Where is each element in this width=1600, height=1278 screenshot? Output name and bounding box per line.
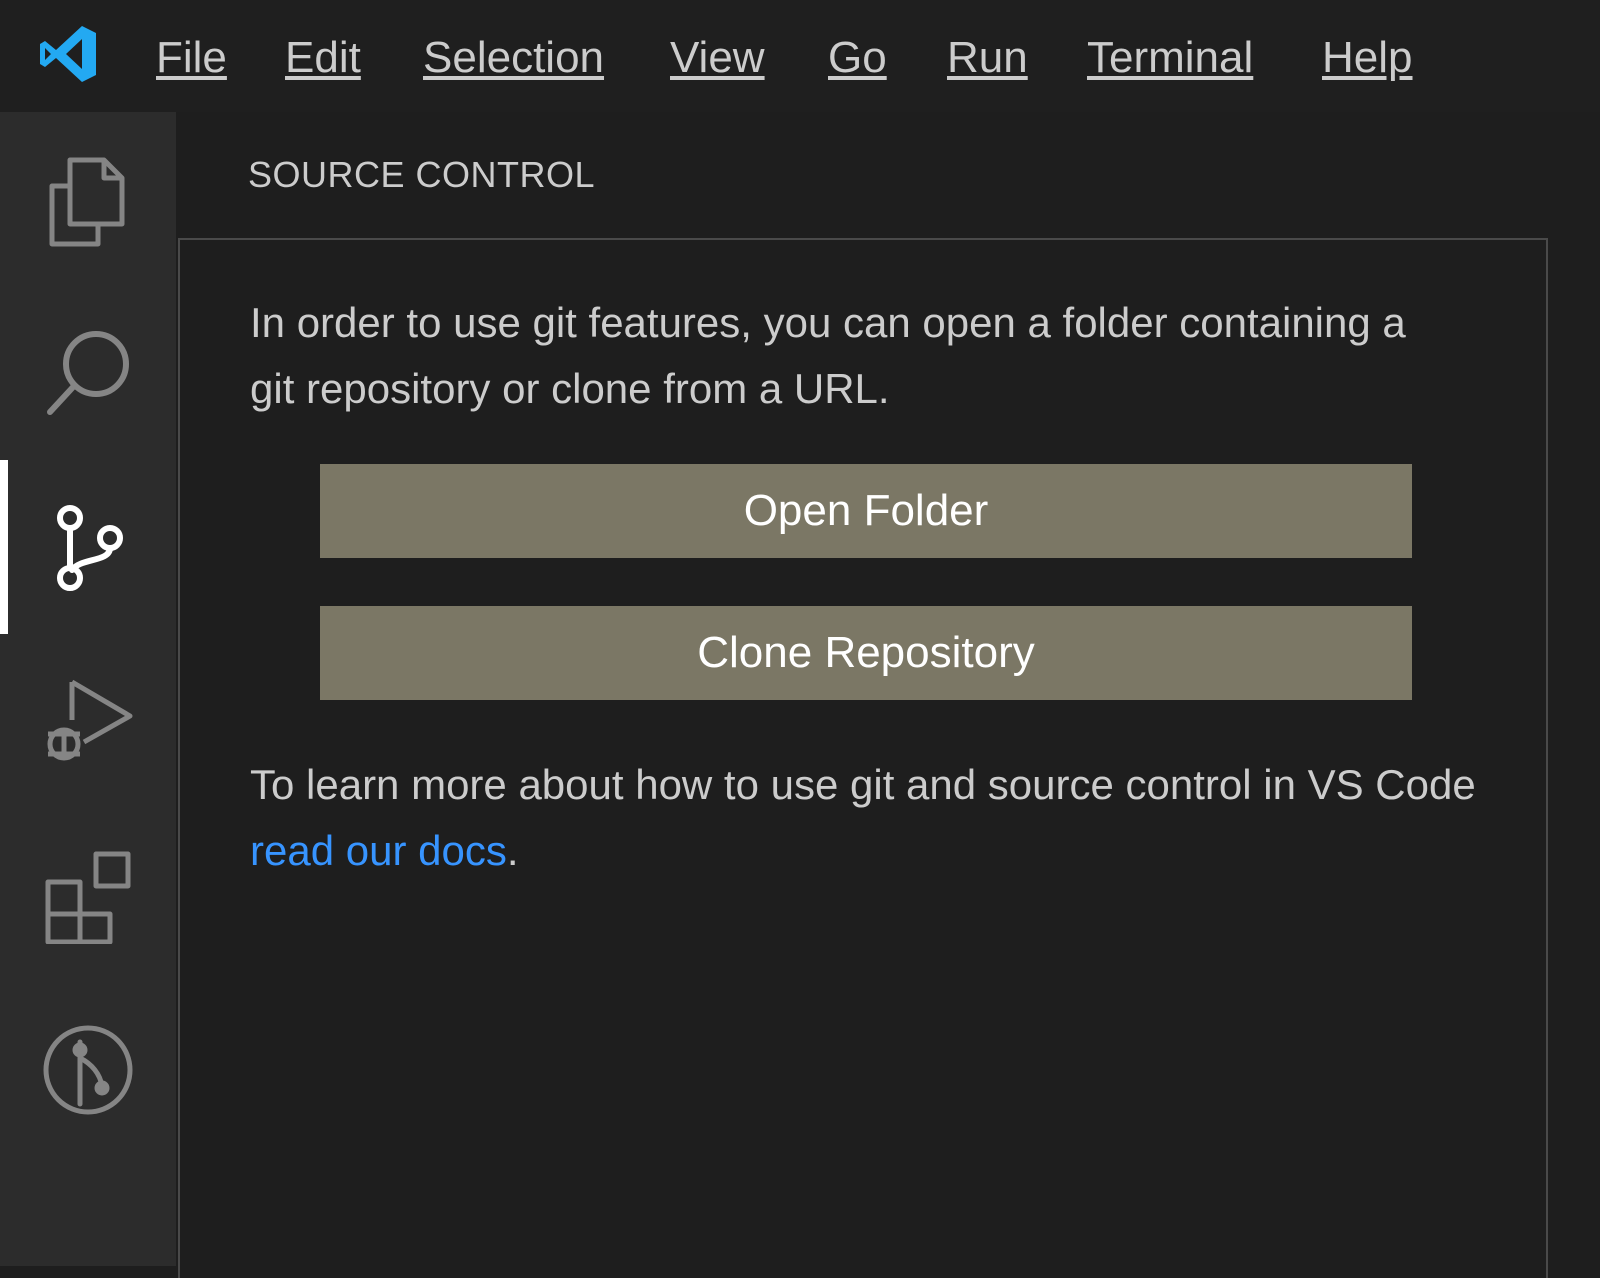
intro-text: In order to use git features, you can op… [250, 299, 1406, 412]
open-folder-button[interactable]: Open Folder [320, 464, 1412, 558]
menu-edit-label: Edit [285, 33, 361, 82]
menu-help-label: Help [1322, 33, 1413, 82]
activity-git-graph[interactable] [0, 982, 176, 1156]
clone-repository-button[interactable]: Clone Repository [320, 606, 1412, 700]
menu-help[interactable]: Help [1322, 30, 1413, 86]
activity-explorer[interactable] [0, 112, 176, 286]
menu-file-label: File [156, 33, 227, 82]
source-control-sidebar: SOURCE CONTROL In order to use git featu… [176, 112, 1600, 1278]
menu-edit[interactable]: Edit [285, 30, 361, 86]
activity-search[interactable] [0, 286, 176, 460]
menu-selection[interactable]: Selection [423, 30, 604, 86]
docs-text-prefix: To learn more about how to use git and s… [250, 761, 1476, 808]
menu-bar: File Edit Selection View Go Run Terminal… [0, 0, 1600, 112]
activity-extensions[interactable] [0, 808, 176, 982]
activity-source-control[interactable] [0, 460, 176, 634]
sidebar-title: SOURCE CONTROL [248, 154, 596, 195]
menu-selection-label: Selection [423, 33, 605, 82]
read-docs-link[interactable]: read our docs [250, 827, 507, 874]
activity-run-debug[interactable] [0, 634, 176, 808]
menu-run-label: Run [947, 33, 1028, 82]
explorer-icon [49, 157, 125, 247]
search-icon [47, 331, 129, 415]
source-control-icon [57, 505, 123, 591]
menu-go-label: Go [828, 33, 887, 82]
active-indicator [0, 460, 8, 634]
menu-terminal-label: Terminal [1087, 33, 1254, 82]
menu-run[interactable]: Run [947, 30, 1028, 86]
menu-file[interactable]: File [156, 30, 227, 86]
docs-text: To learn more about how to use git and s… [250, 752, 1500, 884]
menu-terminal[interactable]: Terminal [1087, 30, 1253, 86]
menu-view[interactable]: View [670, 30, 765, 86]
extensions-icon [45, 851, 131, 944]
source-control-welcome-panel: In order to use git features, you can op… [178, 238, 1548, 1278]
run-and-debug-icon [47, 679, 133, 761]
git-graph-icon [43, 1025, 133, 1115]
docs-text-suffix: . [506, 827, 519, 874]
activity-bar [0, 112, 176, 1266]
menu-view-label: View [670, 33, 765, 82]
title-bar: File Edit Selection View Go Run Terminal… [0, 0, 1600, 112]
menu-go[interactable]: Go [828, 30, 887, 86]
